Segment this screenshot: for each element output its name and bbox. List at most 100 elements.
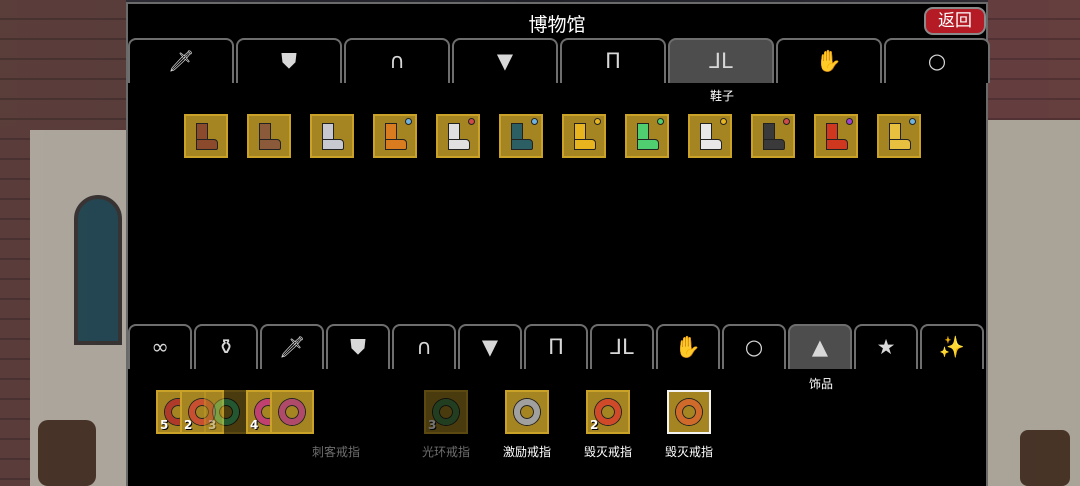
boots-item[interactable] xyxy=(184,114,228,158)
tab-pile[interactable]: ▲ xyxy=(788,324,852,369)
boots-icon xyxy=(444,121,472,151)
ring-item[interactable]: 3 xyxy=(424,390,468,434)
barrel xyxy=(1020,430,1070,486)
boots-item[interactable] xyxy=(877,114,921,158)
gem-icon xyxy=(909,118,916,125)
ring-icon xyxy=(213,399,239,425)
stack-count: 2 xyxy=(590,418,599,432)
boots-icon xyxy=(759,121,787,151)
ring-icon xyxy=(676,399,702,425)
tab-shield[interactable]: ⛊ xyxy=(326,324,390,369)
infinity-icon: ∞ xyxy=(151,335,169,359)
ring-icon xyxy=(514,399,540,425)
tab-armor[interactable]: ▼ xyxy=(458,324,522,369)
right-building xyxy=(988,0,1080,486)
ring-item[interactable] xyxy=(667,390,711,434)
boots-icon xyxy=(255,121,283,151)
helmet-icon: ∩ xyxy=(416,335,432,359)
page-title: 博物馆 xyxy=(528,14,586,36)
tab-helmet[interactable]: ∩ xyxy=(392,324,456,369)
tab-star[interactable]: ★ xyxy=(854,324,918,369)
stack-count: 4 xyxy=(250,418,259,432)
tab-wand[interactable]: ✨ xyxy=(920,324,984,369)
window xyxy=(74,195,122,345)
tab-helmet[interactable]: ∩ xyxy=(344,38,450,83)
left-building xyxy=(0,0,126,486)
boots-item[interactable] xyxy=(562,114,606,158)
boots-item[interactable] xyxy=(436,114,480,158)
gem-icon xyxy=(594,118,601,125)
tab-shield[interactable]: ⛊ xyxy=(236,38,342,83)
gem-icon xyxy=(468,118,475,125)
boots-icon xyxy=(822,121,850,151)
tab-ring[interactable]: ○ xyxy=(884,38,990,83)
boots-item[interactable] xyxy=(814,114,858,158)
ring-label: 激励戒指 xyxy=(502,445,551,459)
boots-icon xyxy=(318,121,346,151)
ring-label: 刺客戒指 xyxy=(311,445,360,459)
shield-icon: ⛊ xyxy=(350,335,366,359)
ring-item[interactable] xyxy=(505,390,549,434)
boots-icon xyxy=(381,121,409,151)
armor-icon: ▼ xyxy=(496,49,514,73)
back-button[interactable]: 返回 xyxy=(924,7,986,35)
boots-item[interactable] xyxy=(751,114,795,158)
boots-icon xyxy=(885,121,913,151)
stack-count: 5 xyxy=(160,418,169,432)
tab-sword[interactable]: 🗡 xyxy=(128,38,234,83)
stack-count: 3 xyxy=(208,418,217,432)
boots-icon xyxy=(696,121,724,151)
ring-item[interactable]: 3 xyxy=(204,390,248,434)
tab-armor[interactable]: ▼ xyxy=(452,38,558,83)
gem-icon xyxy=(657,118,664,125)
boots-item[interactable] xyxy=(499,114,543,158)
tab-pants[interactable]: Π xyxy=(524,324,588,369)
armor-icon: ▼ xyxy=(481,335,499,359)
boots-item[interactable] xyxy=(247,114,291,158)
ring-label: 毁灭戒指 xyxy=(583,445,632,459)
ring-icon: ○ xyxy=(927,49,947,73)
gem-icon xyxy=(720,118,727,125)
ring-label: 毁灭戒指 xyxy=(664,445,713,459)
tab-pants[interactable]: Π xyxy=(560,38,666,83)
boots-icon: ⅃L xyxy=(610,335,634,359)
pants-icon: Π xyxy=(548,335,564,359)
boots-icon xyxy=(192,121,220,151)
active-category-caption: 饰品 xyxy=(808,377,833,391)
stack-count: 3 xyxy=(428,418,437,432)
ring-item[interactable] xyxy=(270,390,314,434)
potion-icon: ⚱ xyxy=(217,335,235,359)
gloves-icon: ✋ xyxy=(815,49,843,73)
museum-panel: 博物馆 返回 🗡 ⛊ ∩ ▼ Π ⅃L ✋ ○ 鞋子 ∞ ⚱ 🗡 ⛊ ∩ ▼ Π ⅃L ✋ ○ ▲ ★ ✨ 饰品 5 2… xyxy=(126,2,990,486)
gem-icon xyxy=(846,118,853,125)
ring-icon xyxy=(433,399,459,425)
tab-potion[interactable]: ⚱ xyxy=(194,324,258,369)
ring-icon xyxy=(595,399,621,425)
tab-sword[interactable]: 🗡 xyxy=(260,324,324,369)
boots-icon xyxy=(633,121,661,151)
pants-icon: Π xyxy=(605,49,621,73)
ring-label: 光环戒指 xyxy=(421,445,470,459)
sword-icon: 🗡 xyxy=(167,49,195,73)
boots-item[interactable] xyxy=(688,114,732,158)
sword-icon: 🗡 xyxy=(278,335,306,359)
boots-item[interactable] xyxy=(373,114,417,158)
stack-count: 2 xyxy=(184,418,193,432)
boots-icon xyxy=(570,121,598,151)
tab-boots[interactable]: ⅃L xyxy=(590,324,654,369)
tab-ring[interactable]: ○ xyxy=(722,324,786,369)
star-icon: ★ xyxy=(876,335,896,359)
boots-item[interactable] xyxy=(310,114,354,158)
gem-icon xyxy=(783,118,790,125)
tab-gloves[interactable]: ✋ xyxy=(776,38,882,83)
ring-item[interactable]: 2 xyxy=(586,390,630,434)
pile-icon: ▲ xyxy=(811,335,829,359)
tab-gloves[interactable]: ✋ xyxy=(656,324,720,369)
gem-icon xyxy=(531,118,538,125)
ring-icon: ○ xyxy=(744,335,764,359)
tab-infinity[interactable]: ∞ xyxy=(128,324,192,369)
gloves-icon: ✋ xyxy=(674,335,702,359)
shield-icon: ⛊ xyxy=(281,49,297,73)
tab-boots[interactable]: ⅃L xyxy=(668,38,774,83)
boots-item[interactable] xyxy=(625,114,669,158)
